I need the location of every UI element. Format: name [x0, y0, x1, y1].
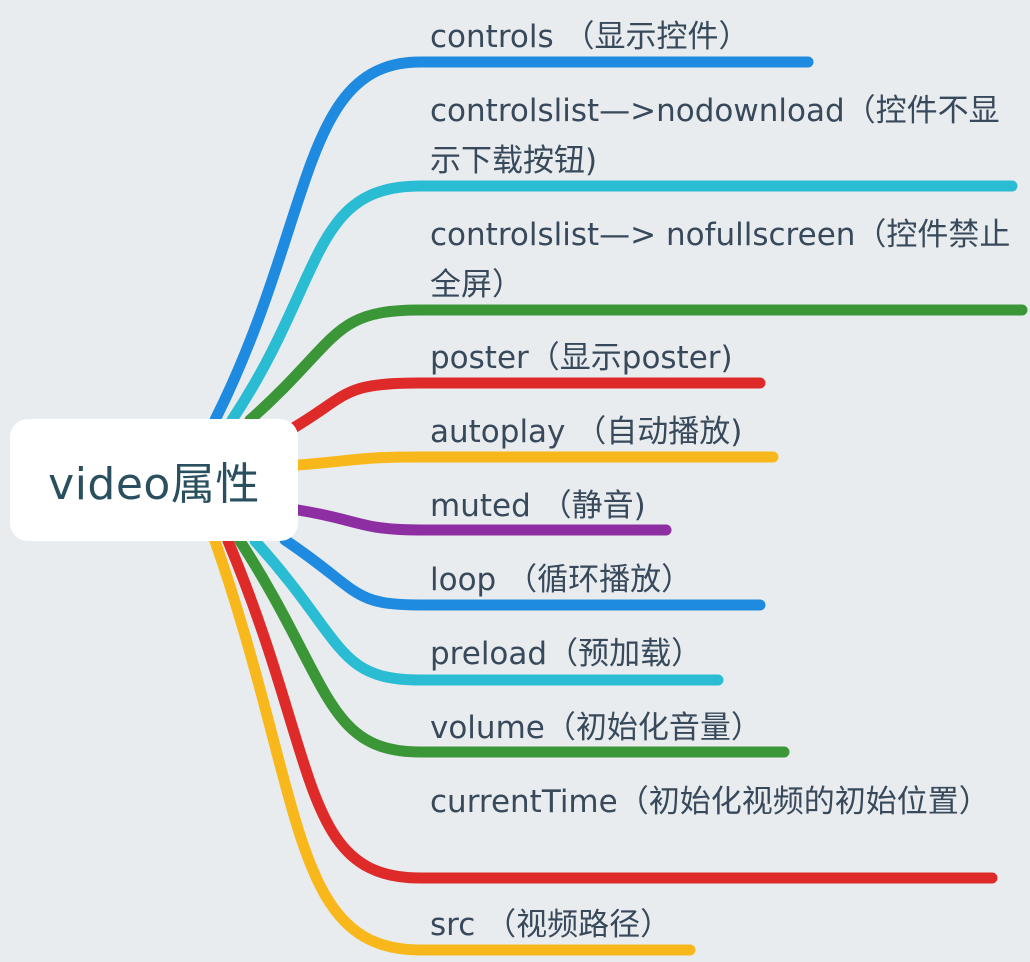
- branch-label-currenttime[interactable]: currentTime（初始化视频的初始位置）: [430, 777, 1015, 827]
- branch-label-preload[interactable]: preload（预加载）: [430, 629, 1015, 679]
- branch-label-controls[interactable]: controls （显示控件）: [430, 12, 1015, 62]
- branch-connector-autoplay: [292, 451, 779, 471]
- branch-label-nofullscreen[interactable]: controlslist—> nofullscreen（控件禁止全屏）: [430, 210, 1015, 310]
- branch-label-loop[interactable]: loop （循环播放）: [430, 555, 1015, 605]
- branch-label-autoplay[interactable]: autoplay （自动播放): [430, 407, 1015, 457]
- root-node[interactable]: video属性: [10, 419, 298, 541]
- root-label: video属性: [48, 459, 260, 510]
- branch-label-volume[interactable]: volume（初始化音量）: [430, 703, 1015, 753]
- branch-label-poster[interactable]: poster（显示poster): [430, 333, 1015, 383]
- branch-label-src[interactable]: src （视频路径）: [430, 900, 1015, 950]
- branch-label-nodownload[interactable]: controlslist—>nodownload（控件不显示下载按钮): [430, 86, 1015, 186]
- branch-label-muted[interactable]: muted （静音): [430, 481, 1015, 531]
